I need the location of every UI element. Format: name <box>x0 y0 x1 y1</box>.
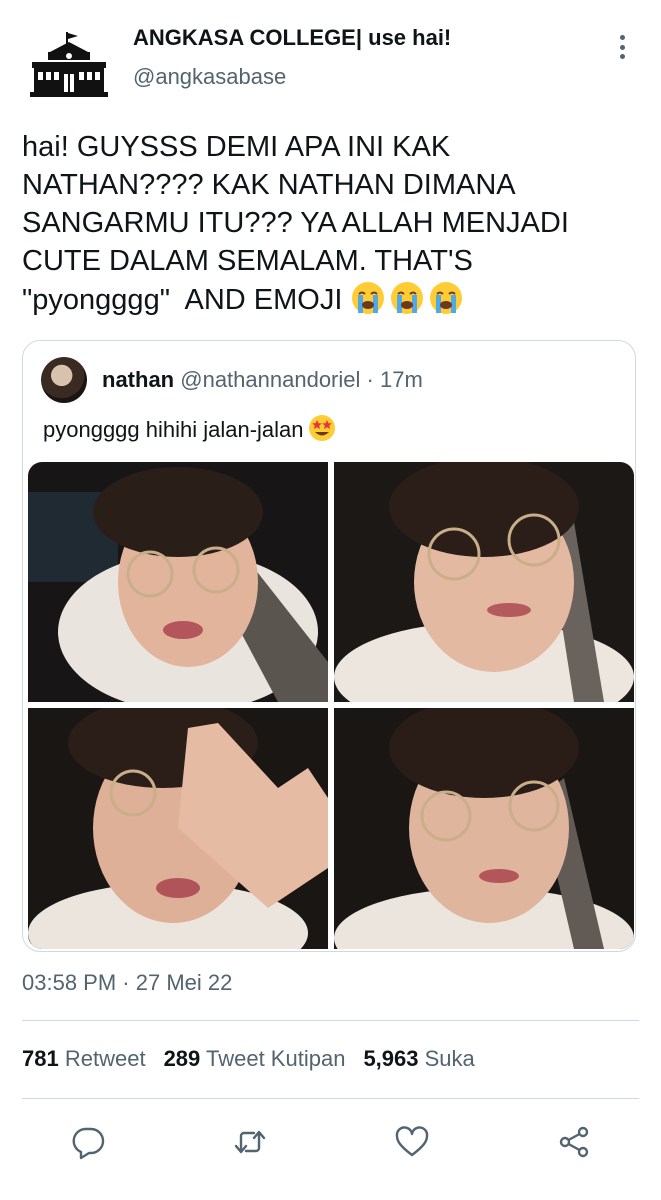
tweet-text-line: hai! GUYSSS DEMI APA INI KAK <box>22 131 451 163</box>
like-icon[interactable] <box>390 1120 434 1164</box>
loudly-crying-face-emoji <box>389 280 425 316</box>
quote-number: 289 <box>163 1046 201 1071</box>
like-count[interactable]: 5,963 Suka <box>363 1046 474 1071</box>
photo-grid <box>28 462 634 949</box>
photo-3[interactable] <box>28 708 328 949</box>
retweet-label: Retweet <box>64 1046 146 1071</box>
school-building-icon[interactable] <box>28 30 110 98</box>
quoted-avatar[interactable] <box>41 357 87 403</box>
tweet-text: hai! GUYSSS DEMI APA INI KAK NATHAN???? … <box>22 128 642 319</box>
tweet-text-line: CUTE DALAM SEMALAM. THAT'S <box>22 245 473 277</box>
like-number: 5,963 <box>363 1046 419 1071</box>
tweet-text-line: "pyongggg" AND EMOJI <box>22 284 351 316</box>
reply-icon[interactable] <box>66 1120 110 1164</box>
quoted-name: nathan <box>102 367 175 392</box>
divider <box>22 1020 639 1021</box>
author-display-name[interactable]: ANGKASA COLLEGE| use hai! <box>133 25 451 51</box>
quoted-tweet[interactable]: nathan @nathannandoriel · 17m pyongggg h… <box>22 340 636 952</box>
tweet-header: ANGKASA COLLEGE| use hai! @angkasabase <box>0 0 661 110</box>
photo-1[interactable] <box>28 462 328 702</box>
timestamp-separator: · <box>122 970 130 995</box>
quoted-text-row: pyongggg hihihi jalan-jalan <box>43 414 336 443</box>
quoted-time: 17m <box>379 367 423 392</box>
share-icon[interactable] <box>552 1120 596 1164</box>
loudly-crying-face-emoji <box>428 280 464 316</box>
quoted-separator: · <box>366 367 374 392</box>
retweet-count[interactable]: 781 Retweet <box>22 1046 146 1071</box>
tweet-text-line: NATHAN???? KAK NATHAN DIMANA <box>22 169 516 201</box>
retweet-icon[interactable] <box>228 1120 272 1164</box>
author-handle[interactable]: @angkasabase <box>133 64 286 90</box>
retweet-number: 781 <box>22 1046 59 1071</box>
photo-2[interactable] <box>334 462 634 702</box>
quoted-handle: @nathannandoriel <box>180 367 361 392</box>
like-label: Suka <box>424 1046 475 1071</box>
star-struck-emoji <box>308 414 336 442</box>
divider <box>22 1098 639 1099</box>
emoji-group <box>350 282 467 316</box>
tweet-time: 03:58 PM <box>22 970 117 995</box>
tweet-text-last-line: "pyongggg" AND EMOJI <box>22 280 642 319</box>
loudly-crying-face-emoji <box>350 280 386 316</box>
tweet-date: 27 Mei 22 <box>135 970 233 995</box>
action-bar <box>0 1120 661 1170</box>
quote-label: Tweet Kutipan <box>206 1046 346 1071</box>
tweet-text-line: SANGARMU ITU??? YA ALLAH MENJADI <box>22 207 569 239</box>
quoted-meta: nathan @nathannandoriel · 17m <box>102 367 423 393</box>
engagement-stats: 781 Retweet 289 Tweet Kutipan 5,963 Suka <box>22 1046 475 1072</box>
tweet-timestamp[interactable]: 03:58 PM · 27 Mei 22 <box>22 970 232 996</box>
more-options-icon[interactable] <box>608 32 636 62</box>
quoted-text: pyongggg hihihi jalan-jalan <box>43 417 304 442</box>
quote-count[interactable]: 289 Tweet Kutipan <box>164 1046 346 1071</box>
photo-4[interactable] <box>334 708 634 949</box>
